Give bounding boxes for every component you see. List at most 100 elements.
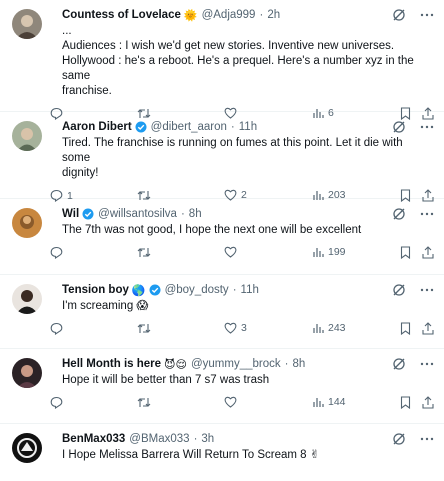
bookmark-button[interactable] — [400, 246, 411, 259]
views-button[interactable]: 243 — [312, 322, 346, 334]
more-icon[interactable] — [420, 120, 434, 139]
author-name[interactable]: Countess of Lovelace — [62, 9, 181, 21]
avatar[interactable] — [12, 9, 42, 39]
like-button[interactable] — [224, 396, 241, 408]
more-icon[interactable] — [420, 432, 434, 451]
author-handle[interactable]: @BMax033 — [129, 433, 189, 445]
dot-separator: · — [180, 208, 185, 220]
reply-icon — [50, 322, 63, 335]
retweet-button[interactable] — [137, 246, 155, 259]
timestamp[interactable]: 11h — [241, 284, 259, 296]
more-icon[interactable] — [420, 207, 434, 226]
like-button[interactable] — [224, 246, 241, 258]
tweet-feed: Countess of Lovelace 🌞 @Adja999 · 2h ...… — [0, 0, 444, 481]
reply-icon — [50, 396, 63, 409]
retweet-button[interactable] — [137, 322, 155, 335]
like-icon — [224, 246, 237, 258]
bookmark-button[interactable] — [400, 322, 411, 335]
retweet-icon — [137, 248, 151, 257]
tweet-text: Tired. The franchise is running on fumes… — [62, 136, 432, 181]
reply-button[interactable] — [50, 246, 67, 259]
author-handle[interactable]: @willsantosilva — [98, 208, 177, 220]
tweet-text: The 7th was not good, I hope the next on… — [62, 223, 432, 238]
timestamp[interactable]: 11h — [239, 121, 257, 133]
tweet-actions: 144 — [50, 388, 434, 416]
views-icon — [313, 324, 324, 333]
tweet-header: Hell Month is here 😈😌 @yummy__brock · 8h — [62, 356, 432, 372]
tweet[interactable]: Hell Month is here 😈😌 @yummy__brock · 8h… — [0, 349, 444, 424]
grok-icon[interactable] — [392, 8, 406, 27]
tweet-header: Tension boy 🌎 @boy_dosty · 11h — [62, 282, 432, 298]
grok-icon[interactable] — [392, 207, 406, 226]
grok-icon[interactable] — [392, 432, 406, 451]
bookmark-icon — [400, 396, 411, 409]
author-name[interactable]: Aaron Dibert — [62, 121, 132, 133]
tweet-header: BenMax033 @BMax033 · 3h — [62, 431, 432, 447]
avatar[interactable] — [12, 358, 42, 388]
tweet[interactable]: Aaron Dibert @dibert_aaron · 11h Tired. … — [0, 112, 444, 202]
author-handle[interactable]: @Adja999 — [202, 9, 256, 21]
reply-button[interactable] — [50, 322, 67, 335]
author-name[interactable]: Tension boy — [62, 284, 129, 296]
avatar[interactable] — [12, 208, 42, 238]
dot-separator: · — [232, 284, 237, 296]
avatar[interactable] — [12, 433, 42, 463]
timestamp[interactable]: 8h — [292, 358, 305, 370]
header-icons — [392, 207, 434, 226]
retweet-button[interactable] — [137, 396, 155, 409]
dot-separator: · — [193, 433, 198, 445]
timestamp[interactable]: 2h — [267, 9, 280, 21]
author-handle[interactable]: @dibert_aaron — [151, 121, 227, 133]
grok-icon[interactable] — [392, 357, 406, 376]
views-button[interactable]: 144 — [312, 396, 346, 408]
grok-icon[interactable] — [392, 283, 406, 302]
author-handle[interactable]: @yummy__brock — [191, 358, 281, 370]
tweet-header: Wil @willsantosilva · 8h — [62, 206, 432, 222]
avatar[interactable] — [12, 121, 42, 151]
timestamp[interactable]: 3h — [201, 433, 214, 445]
tweet-line: franchise. — [62, 85, 112, 97]
share-button[interactable] — [422, 246, 434, 259]
more-icon[interactable] — [420, 357, 434, 376]
bookmark-button[interactable] — [400, 396, 411, 409]
views-count: 243 — [328, 322, 346, 334]
header-icons — [392, 283, 434, 302]
share-icon — [422, 246, 434, 259]
timestamp[interactable]: 8h — [189, 208, 202, 220]
bookmark-icon — [400, 246, 411, 259]
like-button[interactable]: 3 — [224, 322, 247, 334]
tweet-line: I'm screaming 😱 — [62, 300, 149, 312]
author-handle[interactable]: @boy_dosty — [165, 284, 229, 296]
grok-icon[interactable] — [392, 120, 406, 139]
like-count: 3 — [241, 322, 247, 334]
more-icon[interactable] — [420, 283, 434, 302]
views-button[interactable]: 199 — [312, 246, 346, 258]
header-icons — [392, 8, 434, 27]
verified-badge-icon — [82, 208, 94, 220]
avatar[interactable] — [12, 284, 42, 314]
views-icon — [313, 398, 324, 407]
header-icons — [392, 120, 434, 139]
more-icon[interactable] — [420, 8, 434, 27]
share-button[interactable] — [422, 396, 434, 409]
verified-badge-icon — [135, 121, 147, 133]
name-emoji: 🌞 — [183, 8, 198, 22]
like-icon — [224, 396, 237, 408]
tweet[interactable]: BenMax033 @BMax033 · 3h I Hope Melissa B… — [0, 424, 444, 481]
tweet-line: Tired. The franchise is running on fumes… — [62, 137, 403, 164]
author-name[interactable]: Wil — [62, 208, 79, 220]
tweet-line: I Hope Melissa Barrera Will Return To Sc… — [62, 449, 320, 461]
tweet[interactable]: Countess of Lovelace 🌞 @Adja999 · 2h ...… — [0, 0, 444, 120]
author-name[interactable]: BenMax033 — [62, 433, 125, 445]
dot-separator: · — [259, 9, 264, 21]
header-icons — [392, 357, 434, 376]
tweet-header: Countess of Lovelace 🌞 @Adja999 · 2h — [62, 7, 432, 23]
views-count: 144 — [328, 396, 346, 408]
author-name[interactable]: Hell Month is here — [62, 358, 161, 370]
views-count: 199 — [328, 246, 346, 258]
tweet[interactable]: Tension boy 🌎 @boy_dosty · 11h I'm screa… — [0, 275, 444, 349]
tweet[interactable]: Wil @willsantosilva · 8h The 7th was not… — [0, 199, 444, 275]
reply-button[interactable] — [50, 396, 67, 409]
share-button[interactable] — [422, 322, 434, 335]
tweet-line: Audiences : I wish we'd get new stories.… — [62, 40, 395, 52]
